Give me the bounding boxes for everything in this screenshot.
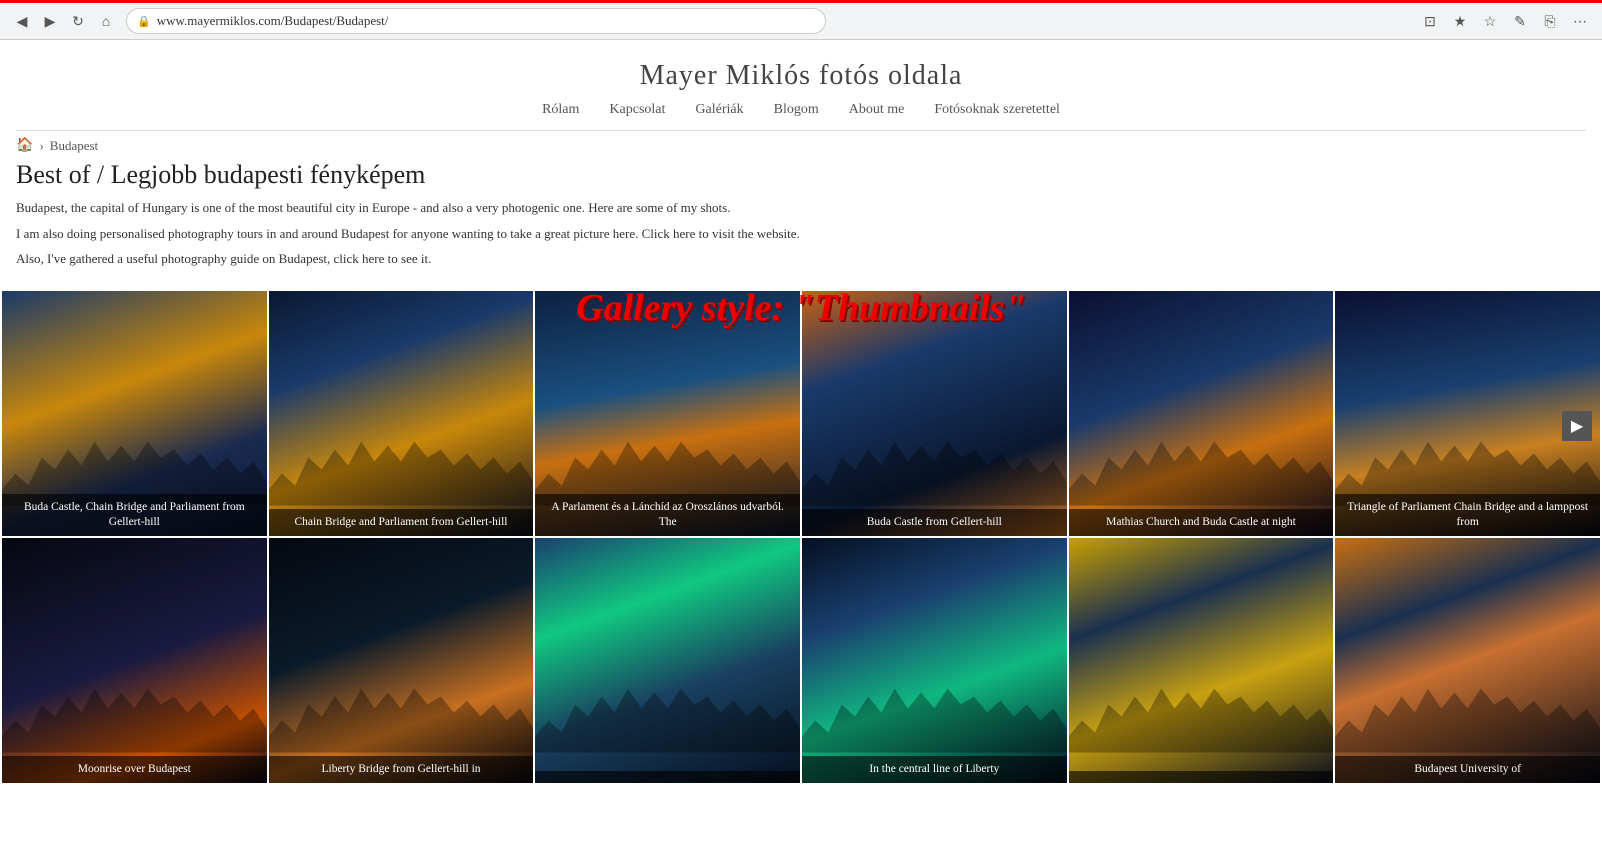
gallery-thumb-8 bbox=[269, 538, 534, 783]
page-content: Mayer Miklós fotós oldala Rólam Kapcsola… bbox=[0, 40, 1602, 783]
nav-galeriак[interactable]: Galériák bbox=[695, 102, 743, 118]
main-wrapper: Gallery style: "Thumbnails" 🏠 › Budapest… bbox=[0, 131, 1602, 783]
home-icon[interactable]: 🏠 bbox=[16, 137, 33, 154]
gallery-item-9[interactable] bbox=[535, 538, 800, 783]
desc-text-1: Budapest, the capital of Hungary is one … bbox=[16, 198, 884, 218]
browser-actions: ⊡ ★ ☆ ✎ ⎘ ⋯ bbox=[1418, 9, 1592, 33]
home-button[interactable]: ⌂ bbox=[94, 9, 118, 33]
gallery-item-5[interactable]: Mathias Church and Buda Castle at night bbox=[1069, 291, 1334, 536]
menu-button[interactable]: ⋯ bbox=[1568, 9, 1592, 33]
gallery-thumb-10 bbox=[802, 538, 1067, 783]
gallery-item-10[interactable]: In the central line of Liberty bbox=[802, 538, 1067, 783]
gallery-caption-9 bbox=[535, 771, 800, 783]
gallery-caption-8: Liberty Bridge from Gellert-hill in bbox=[269, 756, 534, 783]
sidebar-button[interactable]: ⊡ bbox=[1418, 9, 1442, 33]
gallery-item-11[interactable] bbox=[1069, 538, 1334, 783]
star-button[interactable]: ☆ bbox=[1478, 9, 1502, 33]
desc-text-3[interactable]: Also, I've gathered a useful photography… bbox=[16, 249, 884, 269]
gallery-item-1[interactable]: Buda Castle, Chain Bridge and Parliament… bbox=[2, 291, 267, 536]
site-title: Mayer Miklós fotós oldala bbox=[0, 60, 1602, 92]
browser-chrome: ◀ ▶ ↻ ⌂ 🔒 www.mayermiklos.com/Budapest/B… bbox=[0, 0, 1602, 40]
nav-blogom[interactable]: Blogom bbox=[774, 102, 819, 118]
address-bar[interactable]: 🔒 www.mayermiklos.com/Budapest/Budapest/ bbox=[126, 8, 826, 34]
forward-button[interactable]: ▶ bbox=[38, 9, 62, 33]
gallery-thumb-4 bbox=[802, 291, 1067, 536]
nav-about-me[interactable]: About me bbox=[849, 102, 905, 118]
gallery-caption-5: Mathias Church and Buda Castle at night bbox=[1069, 509, 1334, 536]
gallery-item-2[interactable]: Chain Bridge and Parliament from Gellert… bbox=[269, 291, 534, 536]
site-nav: Rólam Kapcsolat Galériák Blogom About me… bbox=[0, 102, 1602, 118]
gallery-item-6[interactable]: Triangle of Parliament Chain Bridge and … bbox=[1335, 291, 1600, 536]
nav-fotosoknak[interactable]: Fotósoknak szeretettel bbox=[934, 102, 1060, 118]
desc-text-2[interactable]: I am also doing personalised photography… bbox=[16, 224, 884, 244]
gallery-item-4[interactable]: Buda Castle from Gellert-hill bbox=[802, 291, 1067, 536]
gallery-thumb-9 bbox=[535, 538, 800, 783]
gallery-thumb-2 bbox=[269, 291, 534, 536]
site-header: Mayer Miklós fotós oldala Rólam Kapcsola… bbox=[0, 40, 1602, 130]
scroll-right-arrow[interactable]: ▶ bbox=[1562, 411, 1592, 441]
breadcrumb: 🏠 › Budapest bbox=[0, 131, 1602, 160]
gallery-caption-3: A Parlament és a Lánchíd az Oroszlános u… bbox=[535, 494, 800, 536]
breadcrumb-separator: › bbox=[39, 138, 43, 154]
nav-buttons: ◀ ▶ ↻ ⌂ bbox=[10, 9, 118, 33]
back-button[interactable]: ◀ bbox=[10, 9, 34, 33]
gallery-thumb-7 bbox=[2, 538, 267, 783]
gallery-caption-6: Triangle of Parliament Chain Bridge and … bbox=[1335, 494, 1600, 536]
gallery-caption-10: In the central line of Liberty bbox=[802, 756, 1067, 783]
gallery-caption-1: Buda Castle, Chain Bridge and Parliament… bbox=[2, 494, 267, 536]
gallery-item-3[interactable]: A Parlament és a Lánchíd az Oroszlános u… bbox=[535, 291, 800, 536]
breadcrumb-current[interactable]: Budapest bbox=[50, 138, 98, 154]
gallery-caption-12: Budapest University of bbox=[1335, 756, 1600, 783]
share-button[interactable]: ⎘ bbox=[1538, 9, 1562, 33]
gallery-caption-4: Buda Castle from Gellert-hill bbox=[802, 509, 1067, 536]
gallery-item-7[interactable]: Moonrise over Budapest bbox=[2, 538, 267, 783]
gallery-caption-2: Chain Bridge and Parliament from Gellert… bbox=[269, 509, 534, 536]
description-area: Best of / Legjobb budapesti fényképem Bu… bbox=[0, 160, 900, 291]
gallery-grid: Buda Castle, Chain Bridge and Parliament… bbox=[0, 291, 1602, 783]
gallery-thumb-11 bbox=[1069, 538, 1334, 783]
gallery-thumb-5 bbox=[1069, 291, 1334, 536]
gallery-heading: Best of / Legjobb budapesti fényképem bbox=[16, 160, 884, 190]
nav-kapcsolat[interactable]: Kapcsolat bbox=[609, 102, 665, 118]
gallery-item-12[interactable]: Budapest University of bbox=[1335, 538, 1600, 783]
gallery-caption-7: Moonrise over Budapest bbox=[2, 756, 267, 783]
reload-button[interactable]: ↻ bbox=[66, 9, 90, 33]
gallery-caption-11 bbox=[1069, 771, 1334, 783]
pen-button[interactable]: ✎ bbox=[1508, 9, 1532, 33]
bookmark-button[interactable]: ★ bbox=[1448, 9, 1472, 33]
url-text: www.mayermiklos.com/Budapest/Budapest/ bbox=[157, 13, 389, 29]
gallery-thumb-12 bbox=[1335, 538, 1600, 783]
nav-rolam[interactable]: Rólam bbox=[542, 102, 579, 118]
gallery-item-8[interactable]: Liberty Bridge from Gellert-hill in bbox=[269, 538, 534, 783]
lock-icon: 🔒 bbox=[137, 15, 151, 28]
